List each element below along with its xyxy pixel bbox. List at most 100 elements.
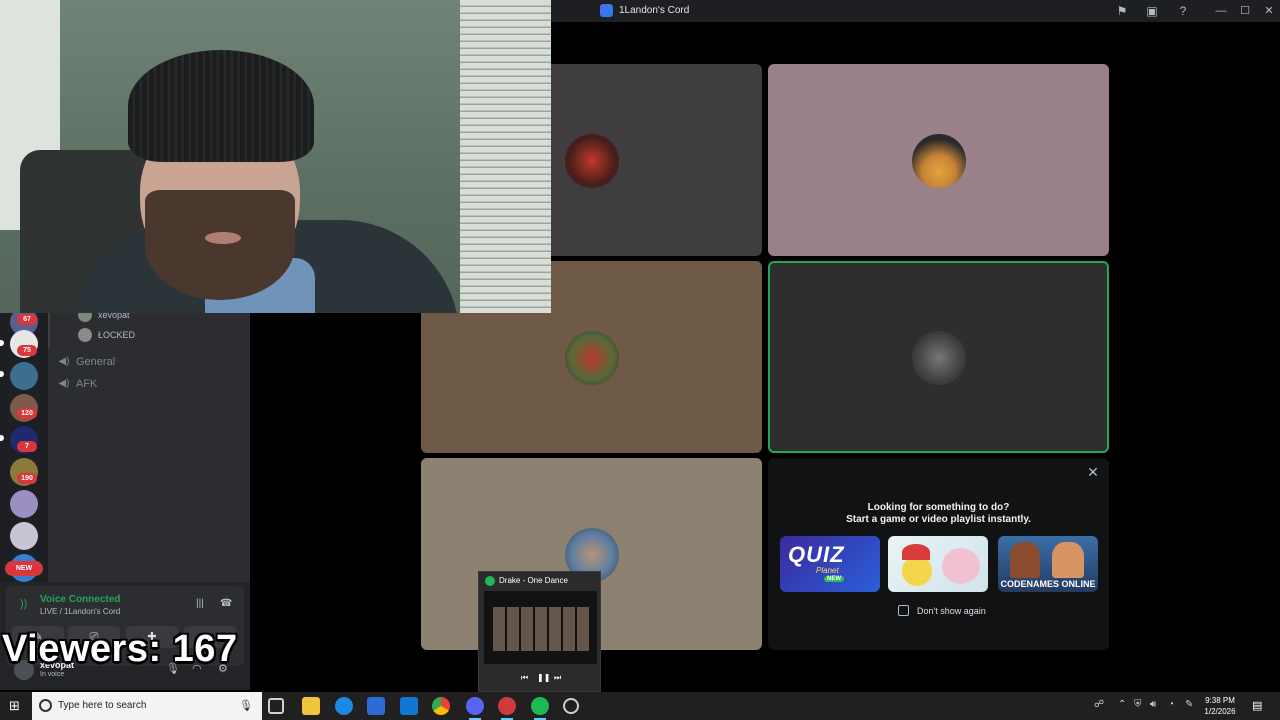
- volume-icon[interactable]: 🔊︎: [1150, 699, 1156, 710]
- channel-label: AFK: [76, 378, 98, 390]
- flag-icon[interactable]: ⚑: [1114, 3, 1130, 19]
- voice-tree-line: [48, 312, 50, 348]
- wifi-icon[interactable]: ◔: [1168, 699, 1174, 710]
- mention-badge: 75: [17, 345, 37, 356]
- system-clock[interactable]: 9:38 PM 1/2/2026: [1197, 695, 1243, 717]
- activity-quiz-planet[interactable]: QUIZ Planet NEW: [780, 536, 880, 592]
- windows-taskbar: ⊞ Type here to search 🎙︎ ☍ ⌃ ⛨ 🔊︎ ◔ ✎ 9:…: [0, 692, 1280, 720]
- checkbox[interactable]: [898, 605, 909, 616]
- streamer-beard: [145, 190, 295, 300]
- speaker-icon: ◀): [58, 356, 70, 367]
- santa-hat-icon: [902, 544, 930, 560]
- voice-user[interactable]: ŁOCKED: [78, 327, 135, 343]
- mail-icon[interactable]: [400, 697, 418, 715]
- security-icon[interactable]: ⛨: [1134, 699, 1142, 710]
- pen-icon[interactable]: ✎: [1185, 699, 1193, 710]
- beanie-hat: [128, 50, 314, 162]
- minimize-button[interactable]: —: [1209, 2, 1233, 20]
- unread-indicator: [0, 340, 4, 346]
- unread-indicator: [0, 435, 4, 441]
- album-grid: [493, 607, 589, 651]
- voice-status[interactable]: Voice Connected: [40, 594, 120, 605]
- new-servers-pill[interactable]: NEW: [5, 561, 43, 576]
- server-icon[interactable]: [10, 522, 38, 550]
- disconnect-icon[interactable]: ☎: [220, 598, 232, 609]
- window-blinds: [460, 0, 551, 313]
- activity-codenames[interactable]: CODENAMES ONLINE: [998, 536, 1098, 592]
- mention-badge: 120: [17, 408, 37, 419]
- video-tile-2[interactable]: [768, 64, 1109, 256]
- activities-heading: Looking for something to do?: [867, 502, 1010, 513]
- channel-label: General: [76, 356, 116, 368]
- activities-panel: ✕ Looking for something to do? Start a g…: [768, 458, 1109, 650]
- previous-track-icon[interactable]: ⏮: [521, 673, 528, 683]
- clock-time: 9:38 PM: [1205, 696, 1235, 705]
- task-view-icon[interactable]: [268, 698, 284, 714]
- avatar: [78, 328, 92, 342]
- channel-general[interactable]: ◀) General: [58, 353, 115, 371]
- spotify-icon[interactable]: [531, 697, 549, 720]
- close-window-button[interactable]: ✕: [1257, 2, 1280, 20]
- app-icon[interactable]: [563, 698, 579, 714]
- user-status: In voice: [40, 671, 65, 678]
- close-icon[interactable]: ✕: [1085, 464, 1101, 480]
- chrome-icon[interactable]: [432, 697, 450, 715]
- participant-avatar: [912, 331, 966, 385]
- noise-suppression-icon[interactable]: |||: [196, 598, 204, 609]
- flower-icon: [942, 548, 980, 584]
- activities-subheading: Start a game or video playlist instantly…: [846, 514, 1031, 525]
- maximize-button[interactable]: ☐: [1233, 2, 1257, 20]
- clock-date: 1/2/2026: [1204, 707, 1236, 716]
- dont-show-again[interactable]: Don't show again: [898, 605, 986, 616]
- people-icon[interactable]: ☍: [1094, 699, 1104, 710]
- speaker-icon: ◀): [58, 378, 70, 389]
- search-placeholder: Type here to search: [58, 700, 147, 711]
- spotify-icon: [485, 576, 495, 586]
- screen-share-icon[interactable]: ▣: [1144, 3, 1160, 19]
- channel-list: xevopat ŁOCKED ◀) General ◀) AFK: [48, 308, 250, 582]
- new-tag: NEW: [824, 576, 844, 582]
- character-icon: [1010, 542, 1040, 578]
- activity-christmas-duck[interactable]: [888, 536, 988, 592]
- mention-badge: 7: [17, 441, 37, 452]
- taskbar-search[interactable]: Type here to search 🎙︎: [32, 692, 262, 720]
- spotify-taskbar-preview[interactable]: Drake - One Dance ⏮ ❚❚ ⏭: [478, 571, 601, 692]
- search-icon: [39, 699, 52, 712]
- quiz-subtitle: Planet: [816, 566, 839, 575]
- participant-avatar: [565, 134, 619, 188]
- character-icon: [1052, 542, 1084, 578]
- microphone-icon[interactable]: 🎙︎: [239, 699, 253, 712]
- duck-icon: [902, 556, 932, 586]
- voice-location[interactable]: LIVE / 1Landon's Cord: [40, 607, 120, 616]
- server-rail: 67 75 120 7 190: [0, 308, 48, 582]
- server-logo-icon: [600, 4, 613, 17]
- server-icon[interactable]: [10, 490, 38, 518]
- server-icon[interactable]: [10, 362, 38, 390]
- chevron-up-icon[interactable]: ⌃: [1118, 699, 1126, 710]
- viewers-count-overlay: Viewers: 167: [2, 628, 238, 670]
- participant-avatar: [912, 134, 966, 188]
- participant-avatar: [565, 331, 619, 385]
- mention-badge: 67: [17, 314, 37, 325]
- notification-icon[interactable]: ▤: [1252, 699, 1262, 712]
- obs-icon[interactable]: [498, 697, 516, 720]
- next-track-icon[interactable]: ⏭: [554, 673, 561, 683]
- file-explorer-icon[interactable]: [302, 697, 320, 715]
- discord-app: 1Landon's Cord ⚑ ▣ ? — ☐ ✕ ✕ Looking for…: [0, 0, 1280, 720]
- channel-afk[interactable]: ◀) AFK: [58, 375, 97, 393]
- quiz-title: QUIZ: [788, 542, 845, 567]
- help-icon[interactable]: ?: [1175, 3, 1191, 19]
- track-title: Drake - One Dance: [499, 576, 568, 585]
- codenames-title: CODENAMES ONLINE: [1000, 579, 1096, 589]
- dont-show-label: Don't show again: [917, 605, 986, 616]
- video-tile-4-speaking[interactable]: [768, 261, 1109, 453]
- signal-icon[interactable]: )): [20, 598, 27, 610]
- windows-start-icon[interactable]: ⊞: [9, 699, 23, 713]
- mention-badge: 190: [17, 473, 37, 484]
- window-title: 1Landon's Cord: [619, 5, 690, 16]
- store-icon[interactable]: [367, 697, 385, 715]
- discord-icon[interactable]: [466, 697, 484, 720]
- pause-icon[interactable]: ❚❚: [537, 673, 550, 682]
- streamer-mouth: [205, 232, 241, 244]
- edge-icon[interactable]: [335, 697, 353, 715]
